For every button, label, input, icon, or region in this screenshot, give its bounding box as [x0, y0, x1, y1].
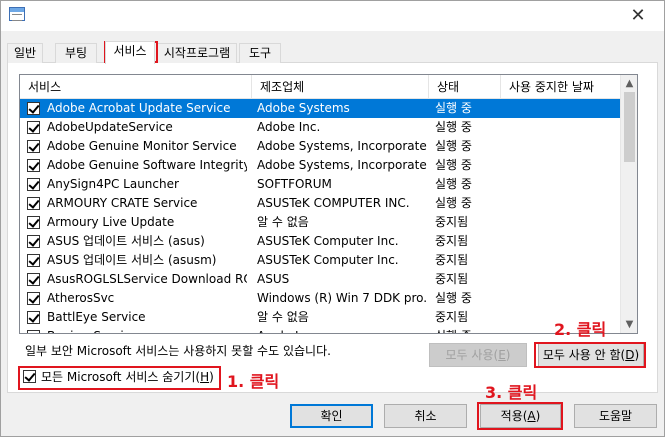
- service-checkbox[interactable]: [27, 330, 40, 333]
- ok-button[interactable]: 확인: [290, 404, 373, 428]
- annotation-step-2: 2. 클릭: [554, 320, 607, 339]
- service-row[interactable]: Adobe Genuine Monitor Service Adobe Syste…: [20, 137, 620, 156]
- service-name: AtherosSvc: [47, 291, 115, 305]
- scroll-down-icon[interactable]: ▼: [621, 316, 637, 333]
- service-row[interactable]: AtherosSvc Windows (R) Win 7 DDK pro... 실행…: [20, 289, 620, 308]
- service-vendor: Windows (R) Win 7 DDK pro...: [257, 291, 427, 305]
- service-row[interactable]: ARMOURY CRATE Service ASUSTeK COMPUTER IN…: [20, 194, 620, 213]
- service-vendor: Adobe Systems: [257, 101, 350, 115]
- service-status: 실행 중: [435, 291, 472, 305]
- close-button[interactable]: ✕: [618, 3, 658, 29]
- annotation-step-3: 3. 클릭: [485, 383, 538, 402]
- service-vendor: Adobe Systems, Incorporated: [257, 139, 427, 153]
- service-row[interactable]: ASUS 업데이트 서비스 (asus) ASUSTeK Computer Inc…: [20, 232, 620, 251]
- service-row[interactable]: Armoury Live Update 알 수 없음 중지됨: [20, 213, 620, 232]
- highlight-disable-all: [534, 342, 646, 368]
- service-name: ARMOURY CRATE Service: [47, 196, 198, 210]
- service-status: 실행 중: [435, 158, 472, 172]
- service-checkbox[interactable]: [27, 235, 40, 248]
- service-status: 실행 중: [435, 101, 472, 115]
- service-row[interactable]: AsusROGLSLService Download ROG... ASUS 중지됨: [20, 270, 620, 289]
- tab-general[interactable]: 일반: [7, 43, 43, 63]
- service-checkbox[interactable]: [27, 311, 40, 324]
- service-vendor: ASUS: [257, 272, 290, 286]
- service-name: Adobe Genuine Monitor Service: [47, 139, 237, 153]
- service-name: BonjourService: [47, 327, 247, 333]
- service-name: AnySign4PC Launcher: [47, 177, 179, 191]
- service-checkbox[interactable]: [27, 197, 40, 210]
- service-vendor: ASUSTeK Computer Inc.: [257, 234, 399, 248]
- service-checkbox[interactable]: [27, 159, 40, 172]
- service-vendor: 알 수 없음: [257, 310, 309, 324]
- tab-tools[interactable]: 도구: [239, 43, 281, 63]
- service-status: 중지됨: [435, 310, 469, 324]
- service-status: 실행 중: [435, 177, 472, 191]
- service-row[interactable]: ASUS 업데이트 서비스 (asusm) ASUSTeK Computer In…: [20, 251, 620, 270]
- column-header-disabled-date[interactable]: 사용 중지한 날짜: [501, 75, 620, 99]
- service-status: 중지됨: [435, 272, 469, 286]
- tab-startup[interactable]: 시작프로그램: [157, 43, 237, 63]
- help-button[interactable]: 도움말: [574, 404, 657, 428]
- service-checkbox[interactable]: [27, 254, 40, 267]
- msconfig-app-icon: [9, 7, 25, 21]
- service-checkbox[interactable]: [27, 292, 40, 305]
- scroll-up-icon[interactable]: ▲: [621, 75, 637, 92]
- tab-services[interactable]: 서비스: [105, 41, 155, 64]
- service-status: 중지됨: [435, 253, 469, 267]
- service-row[interactable]: BonjourService Apple Inc. 실행 중: [20, 327, 620, 333]
- highlight-apply: [477, 402, 563, 430]
- service-row[interactable]: BattlEye Service 알 수 없음 중지됨: [20, 308, 620, 327]
- service-name: AdobeUpdateService: [47, 120, 173, 134]
- enable-all-button[interactable]: 모두 사용(E): [429, 343, 527, 367]
- column-header-vendor[interactable]: 제조업체: [252, 75, 429, 99]
- service-checkbox[interactable]: [27, 273, 40, 286]
- service-status: 중지됨: [435, 234, 469, 248]
- service-name: BattlEye Service: [47, 310, 146, 324]
- service-row[interactable]: AdobeUpdateService Adobe Inc. 실행 중: [20, 118, 620, 137]
- service-vendor: ASUSTeK Computer Inc.: [257, 253, 399, 267]
- list-header: 서비스 제조업체 상태 사용 중지한 날짜: [20, 75, 620, 99]
- service-checkbox[interactable]: [27, 216, 40, 229]
- service-row[interactable]: Adobe Genuine Software Integrity S... Ado…: [20, 156, 620, 175]
- annotation-step-1: 1. 클릭: [227, 372, 280, 391]
- service-status: 실행 중: [435, 120, 472, 134]
- service-vendor: ASUSTeK COMPUTER INC.: [257, 196, 410, 210]
- service-status: 실행 중: [435, 196, 472, 210]
- service-name: AsusROGLSLService Download ROG...: [47, 272, 247, 286]
- vertical-scrollbar[interactable]: ▲ ▼: [620, 75, 637, 333]
- service-row[interactable]: AnySign4PC Launcher SOFTFORUM 실행 중: [20, 175, 620, 194]
- service-row[interactable]: Adobe Acrobat Update Service Adobe System…: [20, 99, 620, 118]
- security-note: 일부 보안 Microsoft 서비스는 사용하지 못할 수도 있습니다.: [25, 344, 331, 358]
- services-list[interactable]: 서비스 제조업체 상태 사용 중지한 날짜 Adobe Acrobat Upda…: [19, 74, 638, 334]
- service-name: ASUS 업데이트 서비스 (asusm): [47, 253, 217, 267]
- service-vendor: 알 수 없음: [257, 215, 309, 229]
- service-vendor: SOFTFORUM: [257, 177, 332, 191]
- service-name: Adobe Acrobat Update Service: [47, 101, 231, 115]
- title-bar: ✕: [1, 1, 664, 31]
- service-vendor: Adobe Inc.: [257, 120, 321, 134]
- service-checkbox[interactable]: [27, 102, 40, 115]
- service-vendor: Apple Inc.: [257, 327, 427, 333]
- cancel-button[interactable]: 취소: [384, 404, 467, 428]
- system-configuration-window: ✕ 일반 부팅 서비스 시작프로그램 도구 서비스 제조업체 상태 사용 중지한…: [0, 0, 665, 437]
- service-checkbox[interactable]: [27, 121, 40, 134]
- list-body: Adobe Acrobat Update Service Adobe System…: [20, 99, 620, 333]
- service-name: Adobe Genuine Software Integrity S...: [47, 158, 247, 172]
- column-header-service[interactable]: 서비스: [20, 75, 252, 99]
- service-status: 실행 중: [435, 139, 472, 153]
- service-name: Armoury Live Update: [47, 215, 175, 229]
- highlight-hide-microsoft: [18, 366, 221, 390]
- column-header-status[interactable]: 상태: [429, 75, 501, 99]
- tab-boot[interactable]: 부팅: [55, 43, 97, 63]
- service-checkbox[interactable]: [27, 140, 40, 153]
- service-status: 중지됨: [435, 215, 469, 229]
- service-checkbox[interactable]: [27, 178, 40, 191]
- service-name: ASUS 업데이트 서비스 (asus): [47, 234, 205, 248]
- service-status: 실행 중: [435, 327, 495, 333]
- service-vendor: Adobe Systems, Incorporated: [257, 158, 427, 172]
- scroll-thumb[interactable]: [624, 92, 635, 162]
